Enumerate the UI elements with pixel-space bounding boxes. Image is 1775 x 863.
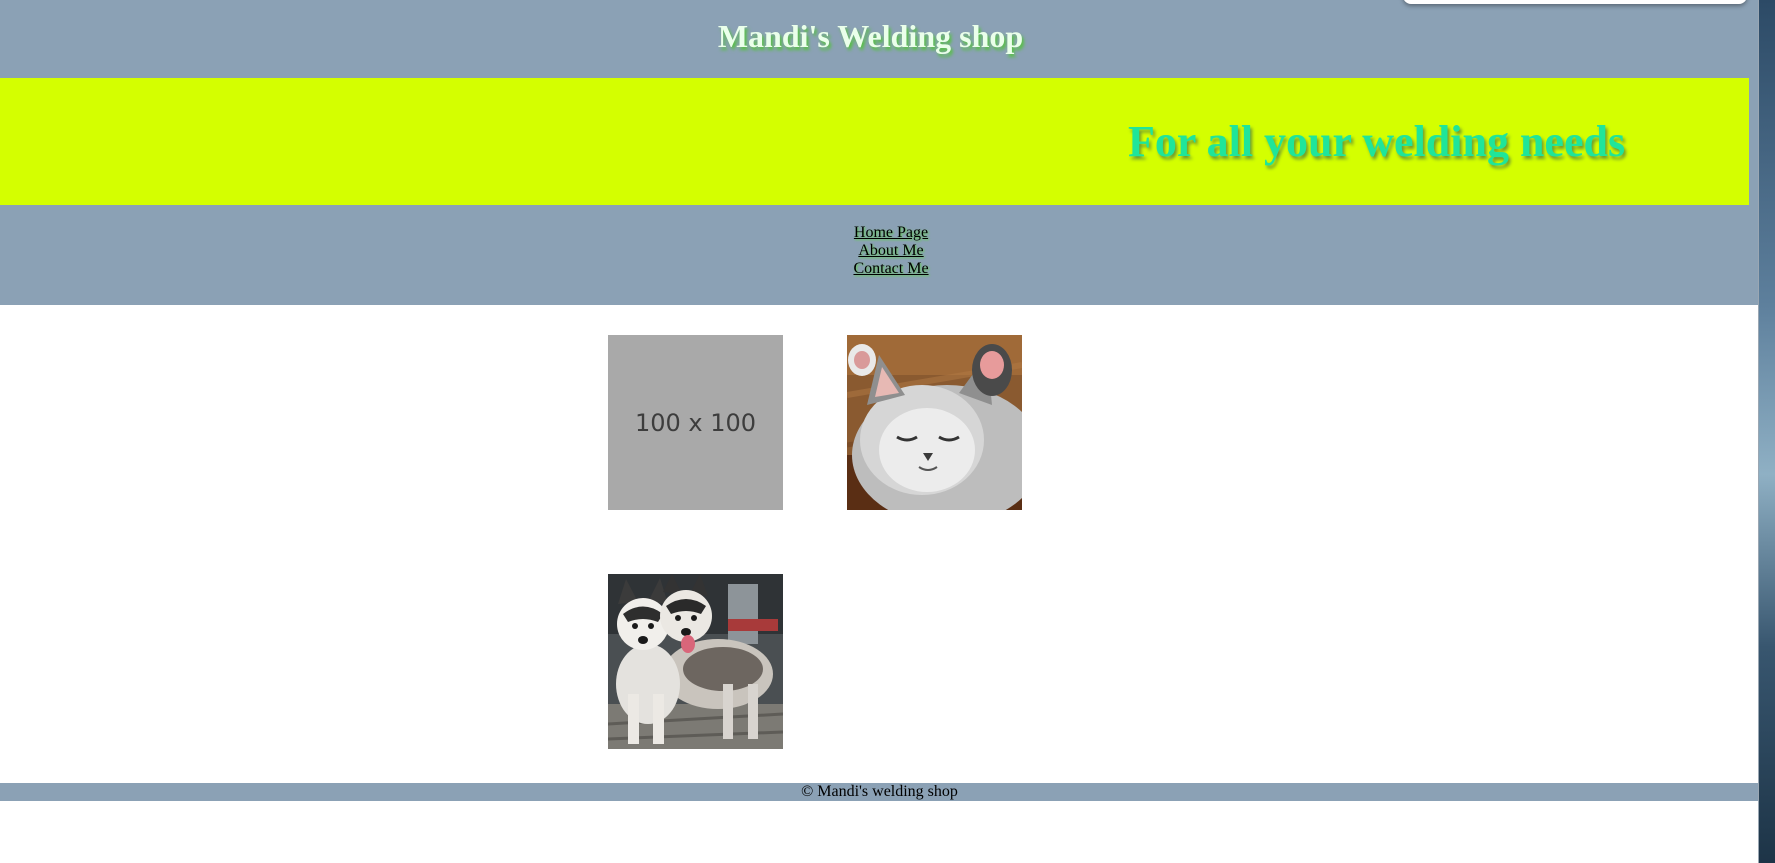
nav-link-contact-me[interactable]: Contact Me xyxy=(853,260,928,278)
tagline-text: For all your welding needs xyxy=(1128,117,1626,166)
kitten-photo xyxy=(847,335,1022,510)
nav-link-about-me[interactable]: About Me xyxy=(858,242,923,260)
main-nav: Home Page About Me Contact Me xyxy=(0,224,1775,278)
desktop-wallpaper xyxy=(1759,0,1775,863)
browser-page: Mandi's Welding shop For all your weldin… xyxy=(0,0,1759,863)
site-title: Mandi's Welding shop xyxy=(717,18,1024,54)
kitten-photo-icon xyxy=(847,335,1022,510)
husky-dogs-photo xyxy=(608,574,783,749)
nav-link-home-page[interactable]: Home Page xyxy=(854,224,928,242)
husky-dogs-photo-icon xyxy=(608,574,783,749)
dropdown-popup-edge[interactable] xyxy=(1403,0,1747,4)
site-footer: © Mandi's welding shop xyxy=(0,783,1759,801)
placeholder-image-label: 100 x 100 xyxy=(634,408,757,437)
placeholder-image: 100 x 100 xyxy=(608,335,783,510)
